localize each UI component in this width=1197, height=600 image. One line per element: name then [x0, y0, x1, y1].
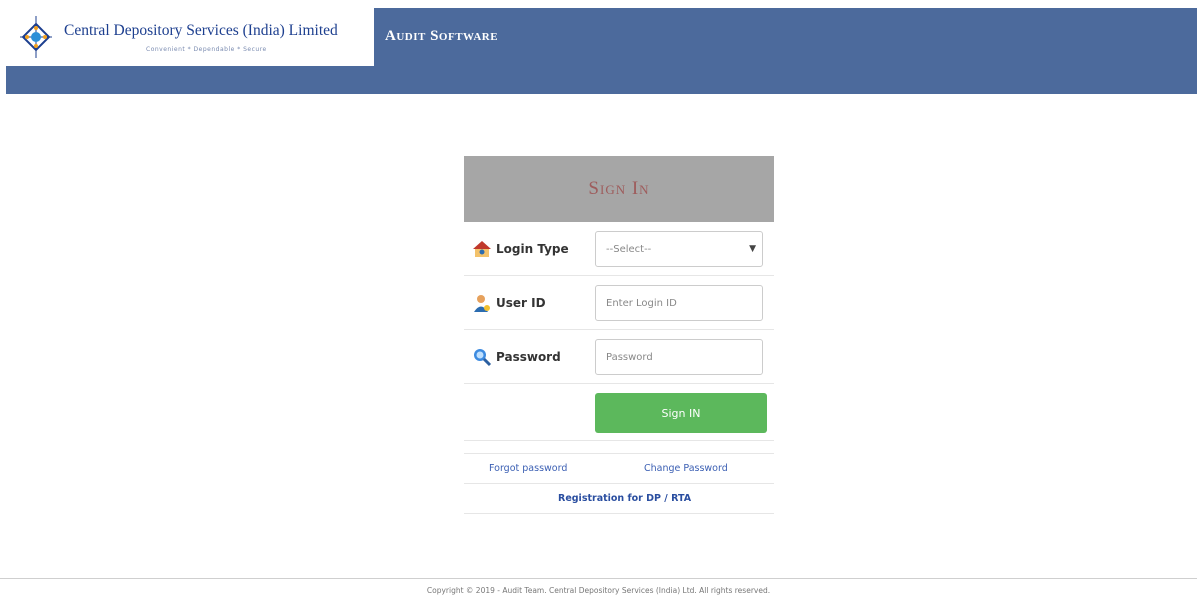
user-id-input[interactable]: Enter Login ID [595, 285, 763, 321]
password-label: Password [496, 349, 561, 364]
copyright-text: Copyright © 2019 - Audit Team. Central D… [426, 586, 771, 595]
app-title: Audit Software [385, 28, 499, 44]
user-id-label-group: User ID [472, 276, 546, 329]
footer-divider [0, 578, 1197, 579]
user-id-row: User ID Enter Login ID [464, 276, 774, 330]
sign-in-header: Sign In [464, 156, 774, 222]
sign-in-button[interactable]: Sign IN [595, 393, 767, 433]
divider [464, 453, 774, 454]
login-type-row: Login Type --Select-- ▼ [464, 222, 774, 276]
registration-link[interactable]: Registration for DP / RTA [558, 493, 691, 504]
forgot-password-link[interactable]: Forgot password [489, 463, 567, 474]
password-row: Password Password [464, 330, 774, 384]
divider [464, 440, 774, 441]
house-user-icon [473, 240, 491, 257]
login-type-label-group: Login Type [472, 222, 569, 275]
login-type-label: Login Type [496, 241, 569, 256]
divider [464, 483, 774, 484]
password-input[interactable]: Password [595, 339, 763, 375]
user-icon [474, 294, 490, 312]
chevron-down-icon: ▼ [749, 244, 756, 254]
divider [464, 513, 774, 514]
brand-tagline: Convenient * Dependable * Secure [146, 46, 267, 53]
cdsl-logo-icon [20, 16, 52, 58]
sign-in-title: Sign In [588, 178, 650, 199]
cdsl-logo: Central Depository Services (India) Limi… [6, 8, 374, 66]
sign-in-button-label: Sign IN [661, 406, 701, 420]
sign-in-panel: Sign In Login Type --Select-- ▼ User ID [464, 156, 774, 516]
brand-name: Central Depository Services (India) Limi… [64, 22, 338, 39]
login-type-value: --Select-- [606, 243, 652, 255]
user-id-placeholder: Enter Login ID [606, 297, 677, 309]
password-placeholder: Password [606, 351, 653, 363]
change-password-link[interactable]: Change Password [644, 463, 728, 474]
user-id-label: User ID [496, 295, 546, 310]
login-type-select[interactable]: --Select-- ▼ [595, 231, 763, 267]
password-label-group: Password [472, 330, 561, 383]
magnifier-key-icon [474, 348, 492, 366]
